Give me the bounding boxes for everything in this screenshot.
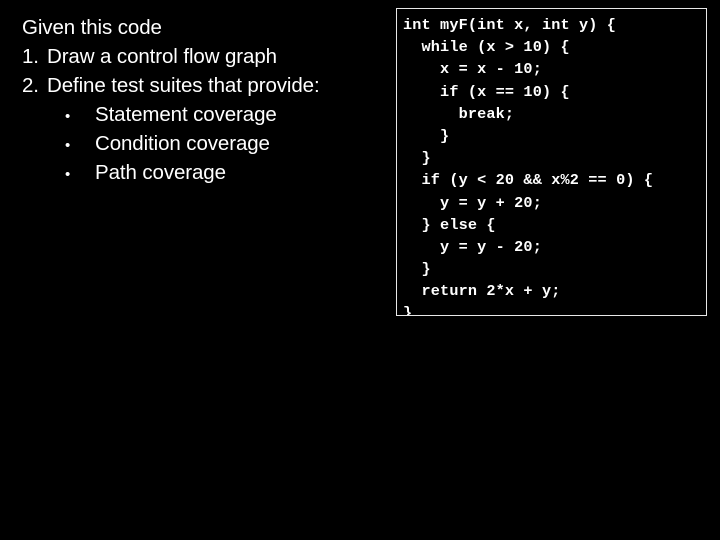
code-line: if (y < 20 && x%2 == 0) { — [403, 171, 654, 190]
outline-bullet-1: • Statement coverage — [20, 100, 390, 129]
code-line: } — [403, 260, 431, 279]
outline-text-block: Given this code 1. Draw a control flow g… — [20, 13, 390, 187]
outline-item-2-text: Define test suites that provide: — [47, 74, 320, 97]
code-line: break; — [403, 104, 515, 123]
outline-item-1: 1. Draw a control flow graph — [20, 42, 390, 71]
code-line: } — [403, 304, 413, 316]
code-line: if (x == 10) { — [403, 82, 570, 101]
outline-bullet-3: • Path coverage — [20, 158, 390, 187]
bullet-icon: • — [65, 108, 71, 125]
code-line: while (x > 10) { — [403, 38, 570, 57]
code-line: } — [403, 149, 431, 168]
code-line: } else { — [403, 215, 496, 234]
code-line: int myF(int x, int y) { — [403, 16, 617, 34]
outline-item-1-text: Draw a control flow graph — [47, 45, 277, 68]
code-line: x = x - 10; — [403, 60, 542, 79]
slide-canvas: Given this code 1. Draw a control flow g… — [0, 0, 720, 540]
code-line: y = y + 20; — [403, 193, 542, 212]
outline-bullet-2: • Condition coverage — [20, 129, 390, 158]
outline-heading-text: Given this code — [22, 16, 162, 39]
code-line: y = y - 20; — [403, 237, 542, 256]
bullet-icon: • — [65, 137, 71, 154]
bullet-icon: • — [65, 166, 71, 183]
outline-bullet-1-text: Statement coverage — [95, 103, 277, 126]
outline-item-2-marker: 2. — [22, 74, 39, 97]
code-line: return 2*x + y; — [403, 282, 561, 301]
outline-bullet-3-text: Path coverage — [95, 161, 226, 184]
outline-bullet-2-text: Condition coverage — [95, 132, 270, 155]
outline-item-1-marker: 1. — [22, 45, 39, 68]
outline-heading: Given this code — [20, 13, 390, 42]
outline-item-2: 2. Define test suites that provide: — [20, 71, 390, 100]
code-line: } — [403, 126, 450, 145]
code-listing-box: int myF(int x, int y) { while (x > 10) {… — [396, 8, 707, 316]
code-listing: int myF(int x, int y) { while (x > 10) {… — [403, 14, 654, 316]
